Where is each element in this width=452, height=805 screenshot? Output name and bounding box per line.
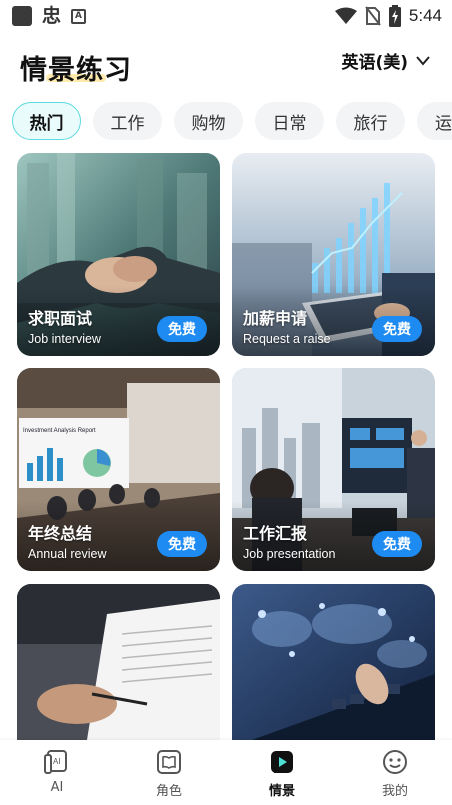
bottom-nav: AI AI 角色 情景 我的 bbox=[0, 740, 452, 805]
wifi-icon bbox=[334, 7, 357, 24]
scene-play-icon bbox=[271, 751, 293, 773]
card-title: 工作汇报 bbox=[243, 524, 308, 543]
language-label: 英语(美) bbox=[341, 53, 408, 73]
nav-ai[interactable]: AI AI bbox=[17, 748, 97, 795]
no-sim-icon bbox=[365, 6, 381, 26]
card-title: 年终总结 bbox=[28, 524, 93, 543]
card-subtitle: Annual review bbox=[28, 547, 107, 561]
tab-travel[interactable]: 旅行 bbox=[336, 102, 405, 140]
keyboard-world-map-image bbox=[232, 584, 435, 740]
ai-icon: AI bbox=[44, 750, 67, 774]
free-badge: 免费 bbox=[372, 531, 422, 557]
screen-text: Investment Analysis Report bbox=[23, 428, 96, 434]
tab-sports[interactable]: 运 bbox=[417, 102, 452, 140]
nav-roles[interactable]: 角色 bbox=[129, 748, 209, 799]
status-time: 5:44 bbox=[408, 6, 442, 25]
language-selector[interactable]: 英语(美) bbox=[341, 48, 430, 73]
scene-card-job-interview[interactable]: 求职面试 Job interview 免费 bbox=[17, 153, 220, 356]
status-bar: 忠 A 5:44 bbox=[0, 0, 452, 32]
tab-work[interactable]: 工作 bbox=[93, 102, 162, 140]
chevron-down-icon bbox=[416, 55, 430, 66]
app-notification-icon: 忠 bbox=[42, 5, 62, 27]
font-notification-icon: A bbox=[71, 8, 87, 24]
category-tabs: 热门 工作 购物 日常 旅行 运 bbox=[12, 102, 452, 140]
tab-label: 日常 bbox=[272, 113, 307, 134]
tab-label: 热门 bbox=[29, 113, 64, 134]
card-title: 加薪申请 bbox=[243, 309, 308, 328]
free-badge: 免费 bbox=[157, 316, 207, 342]
nav-profile[interactable]: 我的 bbox=[355, 748, 435, 799]
nav-label: AI bbox=[50, 780, 64, 795]
document-signing-image bbox=[17, 584, 220, 740]
tab-daily[interactable]: 日常 bbox=[255, 102, 324, 140]
profile-icon bbox=[383, 750, 407, 774]
book-icon bbox=[157, 750, 181, 774]
card-subtitle: Job presentation bbox=[243, 547, 336, 561]
tab-label: 运 bbox=[435, 113, 452, 134]
scene-card-global-tech[interactable] bbox=[232, 584, 435, 740]
nav-label: 角色 bbox=[155, 784, 182, 799]
free-badge: 免费 bbox=[157, 531, 207, 557]
tab-label: 旅行 bbox=[353, 113, 388, 134]
page-title: 情景练习 bbox=[20, 55, 132, 86]
scene-card-job-presentation[interactable]: 工作汇报 Job presentation 免费 bbox=[232, 368, 435, 571]
tab-shopping[interactable]: 购物 bbox=[174, 102, 243, 140]
card-subtitle: Request a raise bbox=[243, 332, 331, 346]
card-title: 求职面试 bbox=[28, 309, 93, 328]
tab-label: 购物 bbox=[191, 113, 226, 134]
scene-card-annual-review[interactable]: Investment Analysis Report 年终总结 Annual r… bbox=[17, 368, 220, 571]
scene-card-request-raise[interactable]: 加薪申请 Request a raise 免费 bbox=[232, 153, 435, 356]
nav-label: 情景 bbox=[268, 784, 295, 799]
card-subtitle: Job interview bbox=[28, 332, 101, 346]
notification-square-icon bbox=[12, 6, 32, 26]
tab-label: 工作 bbox=[110, 113, 145, 134]
scene-card-document-signing[interactable] bbox=[17, 584, 220, 740]
battery-icon bbox=[388, 5, 401, 27]
nav-label: 我的 bbox=[381, 784, 408, 799]
tab-hot[interactable]: 热门 bbox=[12, 102, 81, 140]
svg-text:AI: AI bbox=[53, 757, 61, 766]
nav-scenes[interactable]: 情景 bbox=[242, 748, 322, 799]
free-badge: 免费 bbox=[372, 316, 422, 342]
